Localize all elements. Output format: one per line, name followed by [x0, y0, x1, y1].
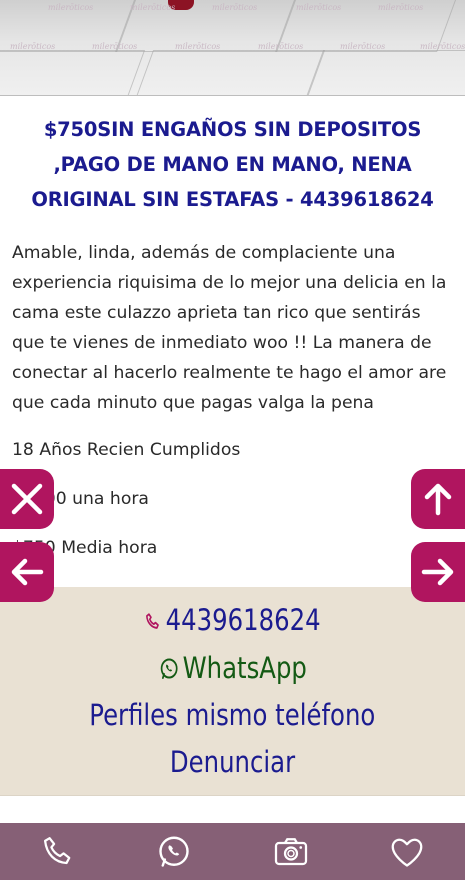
phone-icon: [146, 613, 160, 629]
whatsapp-link[interactable]: WhatsApp: [0, 648, 465, 688]
next-button[interactable]: [411, 542, 465, 602]
scroll-up-button[interactable]: [411, 469, 465, 529]
same-phone-profiles-link[interactable]: Perfiles mismo teléfono: [0, 695, 465, 735]
watermark: milerōticos: [378, 3, 424, 12]
favorite-button[interactable]: [378, 827, 436, 877]
whatsapp-button[interactable]: [145, 827, 203, 877]
whatsapp-label: WhatsApp: [182, 651, 307, 685]
whatsapp-icon: [159, 836, 190, 867]
whatsapp-icon: [160, 658, 178, 679]
arrow-left-icon: [11, 558, 44, 586]
arrow-right-icon: [421, 558, 454, 586]
age-line: 18 Años Recien Cumplidos: [12, 440, 241, 460]
close-icon: [11, 483, 43, 515]
report-label: Denunciar: [169, 745, 296, 779]
arrow-up-icon: [424, 483, 452, 516]
watermark: milerōticos: [92, 42, 138, 51]
watermark: milerōticos: [420, 42, 465, 51]
camera-icon: [274, 837, 307, 865]
watermark: milerōticos: [258, 42, 304, 51]
report-link[interactable]: Denunciar: [0, 742, 465, 782]
watermark: milerōticos: [175, 42, 221, 51]
watermark: milerōticos: [212, 3, 258, 12]
close-button[interactable]: [0, 469, 54, 529]
bottom-action-bar: [0, 823, 465, 880]
watermark: milerōticos: [340, 42, 386, 51]
watermark: milerōticos: [10, 42, 56, 51]
back-button[interactable]: [0, 542, 54, 602]
call-button[interactable]: [29, 827, 87, 877]
same-phone-label: Perfiles mismo teléfono: [89, 698, 376, 732]
ad-title: $750SIN ENGAÑOS SIN DEPOSITOS ,PAGO DE M…: [31, 118, 434, 211]
phone-icon: [44, 836, 71, 864]
ad-description: Amable, linda, además de complaciente un…: [12, 243, 447, 413]
watermark: milerōticos: [48, 3, 94, 12]
photos-button[interactable]: [262, 827, 320, 877]
watermark: milerōticos: [296, 3, 342, 12]
ad-photo[interactable]: milerōticos milerōticos milerōticos mile…: [0, 0, 465, 96]
phone-link[interactable]: 4439618624: [0, 600, 465, 640]
heart-icon: [391, 838, 423, 867]
watermark: milerōticos: [130, 3, 176, 12]
phone-number: 4439618624: [165, 603, 321, 637]
